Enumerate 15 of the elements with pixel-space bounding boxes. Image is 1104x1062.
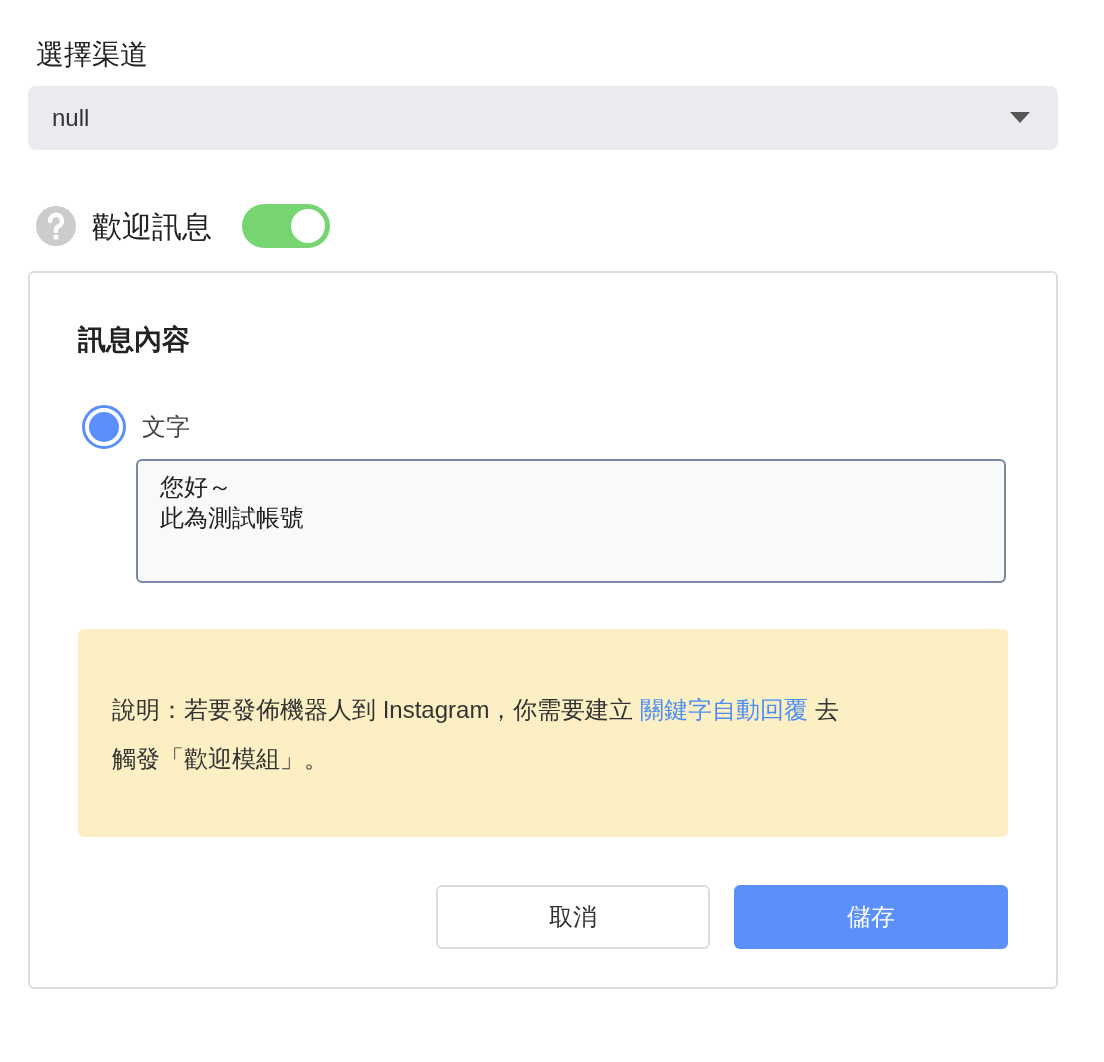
note-paragraph: 說明：若要發佈機器人到 Instagram，你需要建立 關鍵字自動回覆 去觸發「歡迎模組」。: [78, 628, 1008, 837]
help-icon[interactable]: [36, 206, 76, 247]
caret-icon: [1010, 112, 1030, 124]
radio-label: 文字: [142, 411, 190, 442]
cancel-button[interactable]: 取消: [436, 884, 710, 949]
message-field[interactable]: 您好～ 此為測試帳號: [136, 458, 1006, 583]
message-line: 您好～: [160, 471, 233, 502]
panel-title: 訊息內容: [78, 322, 191, 357]
field-label: 選擇渠道: [35, 38, 149, 72]
section-label: 歡迎訊息: [92, 208, 212, 245]
message-line: 此為測試帳號: [160, 502, 305, 533]
select-value: null: [52, 102, 90, 133]
radio-button[interactable]: [82, 404, 126, 449]
channel-select[interactable]: null: [28, 85, 1058, 150]
toggle-switch[interactable]: [242, 204, 330, 249]
